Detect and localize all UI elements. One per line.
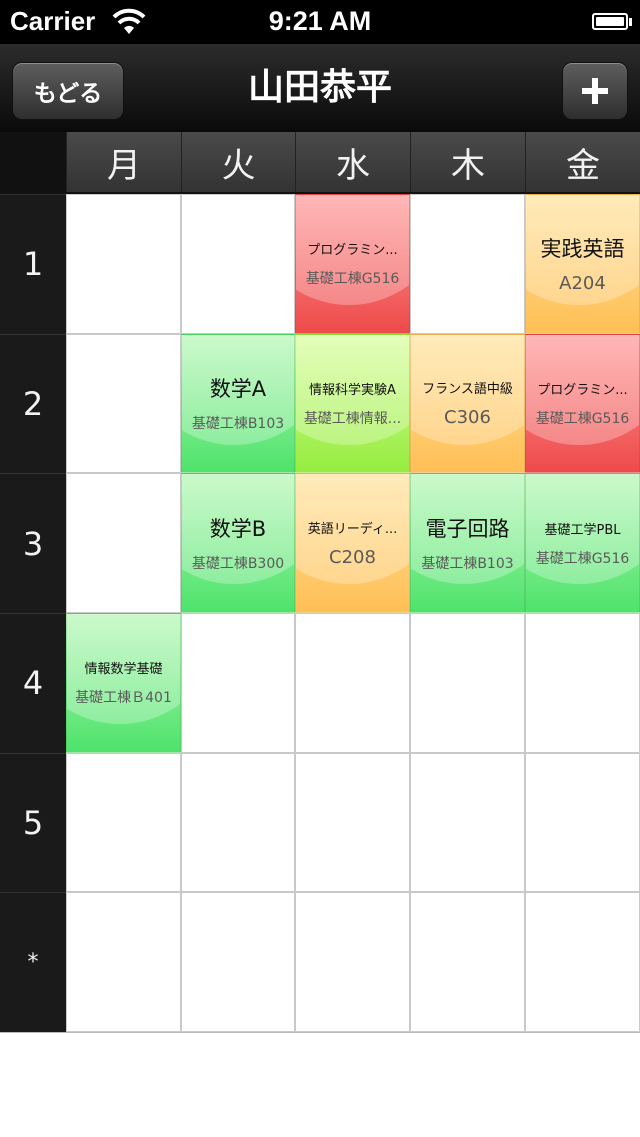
period-label-5: 5 xyxy=(0,752,66,893)
period-label-2: 2 xyxy=(0,333,66,474)
course-name: 数学B xyxy=(209,517,267,542)
course-cell[interactable]: 数学A 基礎工棟B103 xyxy=(181,333,295,474)
course-name: 英語リーディ... xyxy=(307,522,398,538)
course-cell[interactable]: 電子回路基礎工棟B103 xyxy=(410,473,525,613)
course-name: 電子回路 xyxy=(425,517,510,542)
timetable-cell[interactable] xyxy=(525,892,640,1032)
course-cell[interactable]: プログラミン... 基礎工棟G516 xyxy=(525,333,640,474)
course-name: 実践英語 xyxy=(540,237,625,262)
course-room: C208 xyxy=(329,547,376,569)
course-room: 基礎工棟B103 xyxy=(191,416,285,433)
day-header-5: 金 xyxy=(525,132,640,192)
timetable-cell[interactable] xyxy=(525,613,640,753)
timetable-cell[interactable] xyxy=(295,752,410,893)
timetable-cell[interactable] xyxy=(181,892,295,1032)
day-header-4: 木 xyxy=(410,132,525,192)
course-room: 基礎工棟G516 xyxy=(535,410,630,427)
course-cell[interactable]: 情報科学実験A 基礎工棟情報... xyxy=(295,333,410,474)
period-label-6: * xyxy=(0,892,66,1032)
timetable-cell[interactable] xyxy=(66,194,181,334)
day-header-2: 火 xyxy=(181,132,295,192)
timetable-cell[interactable] xyxy=(181,194,295,334)
course-name: 基礎工学PBL xyxy=(544,522,621,538)
timetable-cell[interactable] xyxy=(410,892,525,1032)
period-label-1: 1 xyxy=(0,194,66,334)
timetable-cell[interactable] xyxy=(295,892,410,1032)
navigation-bar: もどる 山田恭平 xyxy=(0,44,640,133)
course-name: フランス語中級 xyxy=(422,382,513,398)
timetable-cell[interactable] xyxy=(66,333,181,474)
course-room: 基礎工棟B103 xyxy=(421,556,514,573)
course-cell[interactable]: 数学B 基礎工棟B300 xyxy=(181,473,295,613)
course-name: プログラミン... xyxy=(537,382,628,398)
day-header-3: 水 xyxy=(295,132,410,192)
course-room: 基礎工棟Ｂ401 xyxy=(75,690,172,707)
plus-icon xyxy=(582,78,608,104)
course-cell[interactable]: 基礎工学PBL 基礎工棟G516 xyxy=(525,473,640,613)
timetable-cell[interactable] xyxy=(410,752,525,893)
timetable-cell[interactable] xyxy=(66,752,181,893)
course-room: A204 xyxy=(559,273,606,295)
bottom-area xyxy=(0,1032,640,1137)
clock: 9:21 AM xyxy=(268,6,372,36)
course-cell[interactable]: 英語リーディ... C208 xyxy=(295,473,410,613)
timetable-cell[interactable] xyxy=(66,892,181,1032)
course-room: 基礎工棟B300 xyxy=(191,556,285,573)
period-label-4: 4 xyxy=(0,613,66,753)
timetable-cell[interactable] xyxy=(295,613,410,753)
course-room: 基礎工棟情報... xyxy=(303,410,402,427)
timetable-cell[interactable] xyxy=(181,613,295,753)
period-label-3: 3 xyxy=(0,473,66,613)
day-header-1: 月 xyxy=(66,132,181,192)
status-bar: Carrier 9:21 AM xyxy=(0,0,640,44)
timetable-grid: プログラミン... 基礎工棟G516 実践英語 A204 数学A 基礎工棟B103 情報科学… xyxy=(66,194,640,1032)
battery-icon xyxy=(592,13,628,30)
timetable-cell[interactable] xyxy=(410,194,525,334)
course-room: 基礎工棟G516 xyxy=(305,271,400,288)
add-button[interactable] xyxy=(562,62,628,120)
course-room: 基礎工棟G516 xyxy=(535,550,630,567)
timetable-cell[interactable] xyxy=(525,752,640,893)
course-name: 情報数学基礎 xyxy=(84,662,163,678)
course-cell[interactable]: 実践英語 A204 xyxy=(525,194,640,334)
course-cell[interactable]: フランス語中級 C306 xyxy=(410,333,525,474)
battery-tip xyxy=(629,18,632,26)
back-button[interactable]: もどる xyxy=(12,62,124,120)
course-name: プログラミン... xyxy=(307,243,398,259)
course-cell[interactable]: 情報数学基礎 基礎工棟Ｂ401 xyxy=(66,613,181,753)
timetable-cell[interactable] xyxy=(66,473,181,613)
timetable-cell[interactable] xyxy=(410,613,525,753)
timetable-cell[interactable] xyxy=(181,752,295,893)
course-name: 数学A xyxy=(209,377,267,402)
course-cell[interactable]: プログラミン... 基礎工棟G516 xyxy=(295,194,410,334)
page-title: 山田恭平 xyxy=(247,67,392,108)
course-room: C306 xyxy=(444,407,491,429)
course-name: 情報科学実験A xyxy=(309,382,396,398)
